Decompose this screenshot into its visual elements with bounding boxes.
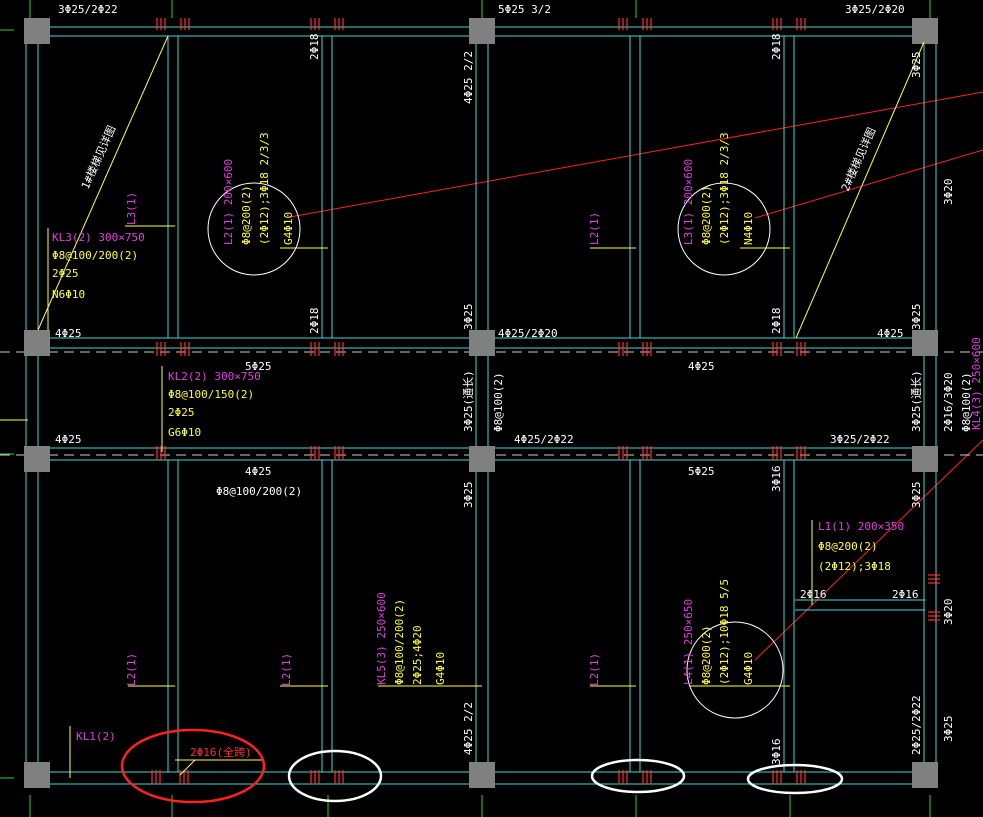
kl5-top: 2Φ25;4Φ20 [411,625,424,685]
vlabel-8: 3Φ20 [942,179,955,206]
column-a1 [24,18,50,44]
label-l1-small-a: 2Φ16 [800,588,827,601]
kl1-note: 2Φ16(全跨) [190,745,252,759]
column-a4 [24,762,50,788]
vlabel-4: 3Φ25 [910,52,923,79]
column-c3 [912,446,938,472]
vlabel-6: 2Φ18 [770,308,783,335]
label-row3-b: Φ8@100/200(2) [216,485,302,498]
vlabel-18: 3Φ20 [942,599,955,626]
vlabel-1: 2Φ18 [308,34,321,61]
vlabel-11: Φ8@100(2) [492,372,505,432]
label-top-left: 3Φ25/2Φ22 [58,3,118,16]
vlabel-12: 3Φ25(通长) [910,370,923,432]
l2-top-side: G4Φ10 [282,212,295,245]
l1-name: L1(1) 200×350 [818,520,904,533]
l3-right-stirrup: Φ8@200(2) [700,185,713,245]
column-b1 [469,18,495,44]
vlabel-2: 2Φ18 [770,34,783,61]
label-top-right: 3Φ25/2Φ20 [845,3,905,16]
kl1-name: KL1(2) [76,730,116,743]
kl5-name: KL5(3) 250×600 [375,592,388,685]
l2-bottom-3-label: L2(1) [588,653,601,686]
column-a3 [24,446,50,472]
column-b2 [469,330,495,356]
label-row3-c: 5Φ25 [688,465,715,478]
label-row2-e: 3Φ25/2Φ22 [830,433,890,446]
kl5-side: G4Φ10 [434,652,447,685]
kl3-name: KL3(2) 300×750 [52,231,145,244]
l2-top-rebar: (2Φ12);3Φ18 2/3/3 [258,132,271,245]
column-c1 [912,18,938,44]
kl2-side: G6Φ10 [168,426,201,439]
kl2-stirrup: Φ8@100/150(2) [168,388,254,401]
vlabel-5: 2Φ18 [308,308,321,335]
l3-right-name: L3(1) 200×600 [682,159,695,245]
l2-top-stirrup: Φ8@200(2) [240,185,253,245]
column-b4 [469,762,495,788]
column-b3 [469,446,495,472]
vlabel-16: 3Φ16 [770,466,783,493]
kl3-stirrup: Φ8@100/200(2) [52,249,138,262]
column-c2 [912,330,938,356]
l3-left-label: L3(1) [125,192,138,225]
label-row1-c: 4Φ25 [877,327,904,340]
vlabel-15: 3Φ25 [462,482,475,509]
l2-mid-label: L2(1) [588,212,601,245]
kl2-name: KL2(2) 300×750 [168,370,261,383]
l2-bottom-1-label: L2(1) [125,653,138,686]
label-row2-b: 4Φ25 [688,360,715,373]
label-row1-a: 4Φ25 [55,327,82,340]
column-a2 [24,330,50,356]
vlabel-13: 2Φ16/3Φ20 [942,372,955,432]
l2-bottom-2-label: L2(1) [280,653,293,686]
l3-right-side: N4Φ10 [742,212,755,245]
label-l1-small-b: 2Φ16 [892,588,919,601]
column-c4 [912,762,938,788]
vlabel-22: 3Φ25 [942,716,955,743]
kl5-stirrup: Φ8@100/200(2) [393,599,406,685]
right-edge-label: KL4(3) 250×600 [970,337,983,430]
kl3-side: N6Φ10 [52,288,85,301]
l3-right-rebar: (2Φ12);3Φ18 2/3/3 [718,132,731,245]
l4-name: L4(1) 250×650 [682,599,695,685]
vlabel-10: 3Φ25(通长) [462,370,475,432]
vlabel-21: 2Φ25/2Φ22 [910,695,923,755]
l1-top: (2Φ12);3Φ18 [818,560,891,573]
label-row3-a: 4Φ25 [245,465,272,478]
label-row2-d: 4Φ25/2Φ22 [514,433,574,446]
label-top-mid: 5Φ25 3/2 [498,3,551,16]
vlabel-3: 4Φ25 2/2 [462,51,475,104]
l4-stirrup: Φ8@200(2) [700,625,713,685]
vlabel-9: 3Φ25 [910,304,923,331]
l4-side: G4Φ10 [742,652,755,685]
vlabel-7: 3Φ25 [462,304,475,331]
l4-rebar: (2Φ12);10Φ18 5/5 [718,579,731,685]
kl2-top: 2Φ25 [168,406,195,419]
label-row1-b: 4Φ25/2Φ20 [498,327,558,340]
kl3-top: 2Φ25 [52,267,79,280]
structural-drawing: 3Φ25/2Φ22 5Φ25 3/2 3Φ25/2Φ20 4Φ25 4Φ25/2… [0,0,983,817]
label-row2-c: 4Φ25 [55,433,82,446]
vlabel-17: 3Φ25 [910,482,923,509]
l2-top-name: L2(1) 200×600 [222,159,235,245]
vlabel-19: 4Φ25 2/2 [462,702,475,755]
l1-stirrup: Φ8@200(2) [818,540,878,553]
vlabel-20: 3Φ16 [770,739,783,766]
